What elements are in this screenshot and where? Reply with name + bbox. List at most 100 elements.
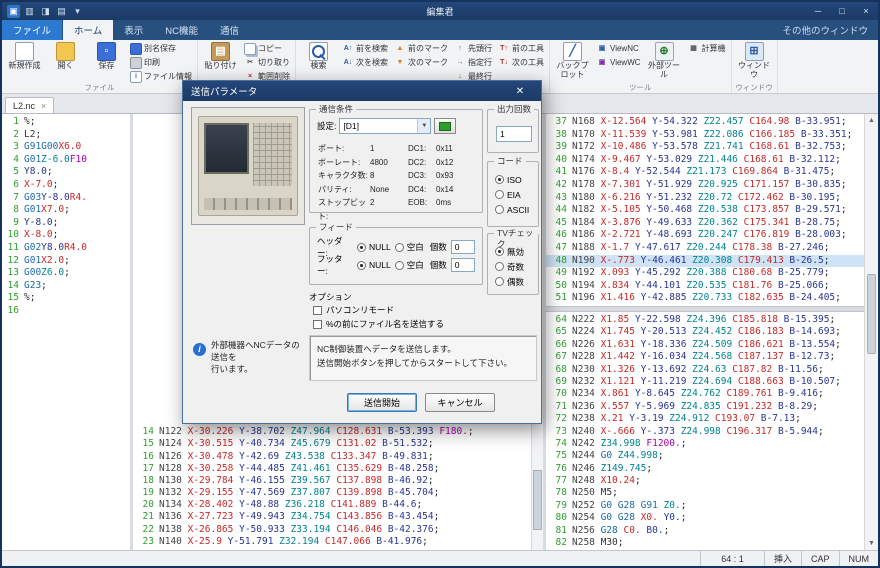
code-line[interactable]: 6X-7.0; [2, 179, 130, 192]
cancel-button[interactable]: キャンセル [425, 393, 495, 412]
code-line[interactable]: 70N234 X.861 Y-8.645 Z24.762 C189.761 B-… [546, 388, 864, 400]
code-line[interactable]: 68N230 X1.326 Y-13.692 Z24.63 C187.82 B-… [546, 364, 864, 376]
maximize-button[interactable]: □ [830, 2, 854, 20]
ribbon-button-small[interactable]: コピー [242, 42, 292, 55]
code-line[interactable]: 42N178 X-7.301 Y-51.929 Z20.925 C171.157… [546, 179, 864, 192]
ribbon-tab-view[interactable]: 表示 [113, 19, 154, 40]
editor-pane-right[interactable]: 37N168 X-12.564 Y-54.322 Z22.457 C164.98… [546, 114, 864, 550]
other-windows-menu[interactable]: その他のウィンドウ [772, 19, 878, 40]
ribbon-button-small[interactable]: A↓次を検索 [340, 56, 390, 69]
code-line[interactable]: 47N188 X-1.7 Y-47.617 Z20.244 C178.38 B-… [546, 242, 864, 255]
tv-check-option[interactable]: 無効 [495, 244, 536, 259]
scrollbar-thumb[interactable] [867, 274, 876, 354]
code-line[interactable]: 69N232 X1.121 Y-11.219 Z24.694 C188.663 … [546, 376, 864, 388]
ribbon-button-small[interactable]: →指定行 [452, 56, 494, 69]
document-tab[interactable]: L2.nc × [5, 97, 54, 113]
ribbon-button-big[interactable]: ⊞ウィンドウ [735, 41, 774, 79]
code-line[interactable]: 16N126 X-30.478 Y-42.69 Z43.538 C133.347… [133, 451, 531, 463]
ribbon-button-small[interactable]: ▣ViewWC [594, 56, 643, 69]
tv-check-option[interactable]: 偶数 [495, 274, 536, 289]
code-line[interactable]: 3G91G00X6.0 [2, 141, 130, 154]
feed-count-input[interactable]: 0 [451, 258, 475, 272]
code-line[interactable]: 66N226 X1.631 Y-18.336 Z24.509 C186.621 … [546, 339, 864, 351]
qat-view-icon[interactable]: ▥ [23, 5, 36, 18]
output-count-input[interactable]: 1 [496, 126, 532, 142]
code-option[interactable]: EIA [495, 187, 536, 202]
code-line[interactable]: 46N186 X-2.721 Y-48.693 Z20.247 C176.819… [546, 229, 864, 242]
code-line[interactable]: 72N238 X.21 Y-3.19 Z24.912 C193.07 B-7.1… [546, 413, 864, 425]
ribbon-button-small[interactable]: ↑先頭行 [452, 42, 494, 55]
minimize-button[interactable]: ─ [806, 2, 830, 20]
ribbon-button-small[interactable]: ▲前のマーク [392, 42, 450, 55]
code-line[interactable]: 48N190 X-.773 Y-46.461 Z20.308 C179.413 … [546, 255, 864, 268]
code-line[interactable]: 8G01X7.0; [2, 204, 130, 217]
send-start-button[interactable]: 送信開始 [347, 393, 417, 412]
feed-option[interactable]: 空白 [395, 241, 424, 253]
code-line[interactable]: 43N180 X-6.216 Y-51.232 Z20.72 C172.462 … [546, 192, 864, 205]
app-icon[interactable]: ▣ [7, 5, 20, 18]
code-line[interactable]: 4G01Z-6.0F10 [2, 154, 130, 167]
code-line[interactable]: 2L2; [2, 129, 130, 142]
code-line[interactable]: 73N240 X-.666 Y-.373 Z24.998 C196.317 B-… [546, 426, 864, 438]
ribbon-tab-file[interactable]: ファイル [2, 19, 62, 40]
code-line[interactable]: 16 [2, 305, 130, 318]
ribbon-button-big[interactable]: 開く [46, 41, 85, 71]
ribbon-button-big[interactable]: 検索 [299, 41, 338, 71]
code-line[interactable]: 37N168 X-12.564 Y-54.322 Z22.457 C164.98… [546, 116, 864, 129]
ribbon-tab-comm[interactable]: 通信 [209, 19, 250, 40]
code-line[interactable]: 77N248 X10.24; [546, 475, 864, 487]
code-line[interactable]: 64N222 X1.85 Y-22.598 Z24.396 C185.818 B… [546, 314, 864, 326]
ribbon-button-small[interactable]: ✂切り取り [242, 56, 292, 69]
code-line[interactable]: 82N258 M30; [546, 537, 864, 549]
code-line[interactable]: 78N250 M5; [546, 487, 864, 499]
chevron-down-icon[interactable]: ▼ [417, 119, 430, 133]
code-line[interactable]: 15N124 X-30.515 Y-40.734 Z45.679 C131.02… [133, 438, 531, 450]
code-line[interactable]: 13G00Z6.0; [2, 267, 130, 280]
ribbon-button-small[interactable]: T↓次の工具 [496, 56, 546, 69]
ribbon-button-big[interactable]: ⊕外部ツール [645, 41, 684, 79]
code-line[interactable]: 65N224 X1.745 Y-20.513 Z24.452 C186.183 … [546, 326, 864, 338]
code-line[interactable]: 50N194 X.834 Y-44.101 Z20.535 C181.76 B-… [546, 280, 864, 293]
code-line[interactable]: 18N130 X-29.784 Y-46.155 Z39.567 C137.89… [133, 475, 531, 487]
code-line[interactable]: 11G02Y8.0R4.0 [2, 242, 130, 255]
option-checkbox[interactable]: %の前にファイル名を送信する [313, 317, 444, 331]
code-line[interactable]: 74N242 Z34.998 F1200.; [546, 438, 864, 450]
ribbon-tab-nc[interactable]: NC機能 [154, 19, 209, 40]
device-select-button[interactable] [434, 118, 456, 134]
code-line[interactable]: 76N246 Z149.745; [546, 463, 864, 475]
code-line[interactable]: 80N254 G0 G28 X0. Y0.; [546, 512, 864, 524]
ribbon-button-small[interactable]: A↑前を検索 [340, 42, 390, 55]
qat-grid-icon[interactable]: ▤ [55, 5, 68, 18]
feed-option[interactable]: NULL [357, 242, 391, 252]
code-line[interactable]: 22N138 X-26.865 Y-50.933 Z33.194 C146.04… [133, 524, 531, 536]
qat-layout-icon[interactable]: ◨ [39, 5, 52, 18]
feed-option[interactable]: NULL [357, 260, 391, 270]
ribbon-button-big[interactable]: ╱バックプロット [553, 41, 592, 79]
ribbon-button-small[interactable]: ▦計算機 [686, 42, 728, 55]
code-line[interactable]: 39N172 X-10.486 Y-53.578 Z21.741 C168.61… [546, 141, 864, 154]
ribbon-button-small[interactable]: T↑前の工具 [496, 42, 546, 55]
ribbon-button-big[interactable]: ▫保存 [87, 41, 126, 71]
code-line[interactable]: 21N136 X-27.723 Y-49.943 Z34.754 C143.85… [133, 511, 531, 523]
tv-check-option[interactable]: 奇数 [495, 259, 536, 274]
code-line[interactable]: 38N170 X-11.539 Y-53.981 Z22.086 C166.18… [546, 129, 864, 142]
code-line[interactable]: 41N176 X-8.4 Y-52.544 Z21.173 C169.864 B… [546, 166, 864, 179]
code-line[interactable]: 17N128 X-30.258 Y-44.485 Z41.461 C135.62… [133, 463, 531, 475]
close-button[interactable]: × [854, 2, 878, 20]
code-line[interactable]: 67N228 X1.442 Y-16.034 Z24.568 C187.137 … [546, 351, 864, 363]
code-line[interactable]: 81N256 G28 C0. B0.; [546, 525, 864, 537]
code-line[interactable]: 14G23; [2, 280, 130, 293]
code-line[interactable]: 15%; [2, 292, 130, 305]
code-line[interactable]: 12G01X2.0; [2, 255, 130, 268]
feed-option[interactable]: 空白 [395, 259, 424, 271]
feed-count-input[interactable]: 0 [451, 240, 475, 254]
code-line[interactable]: 51N196 X1.416 Y-42.885 Z20.733 C182.635 … [546, 292, 864, 305]
ribbon-button-small[interactable]: 印刷 [128, 56, 194, 69]
code-line[interactable]: 20N134 X-28.402 Y-48.88 Z36.218 C141.889… [133, 499, 531, 511]
code-line[interactable]: 40N174 X-9.467 Y-53.029 Z21.446 C168.61 … [546, 154, 864, 167]
code-line[interactable]: 1%; [2, 116, 130, 129]
setting-combobox[interactable]: [D1] ▼ [339, 118, 431, 134]
dialog-close-button[interactable]: ✕ [507, 86, 533, 97]
ribbon-button-small[interactable]: ▣ViewNC [594, 42, 643, 55]
code-option[interactable]: ASCII [495, 202, 536, 217]
